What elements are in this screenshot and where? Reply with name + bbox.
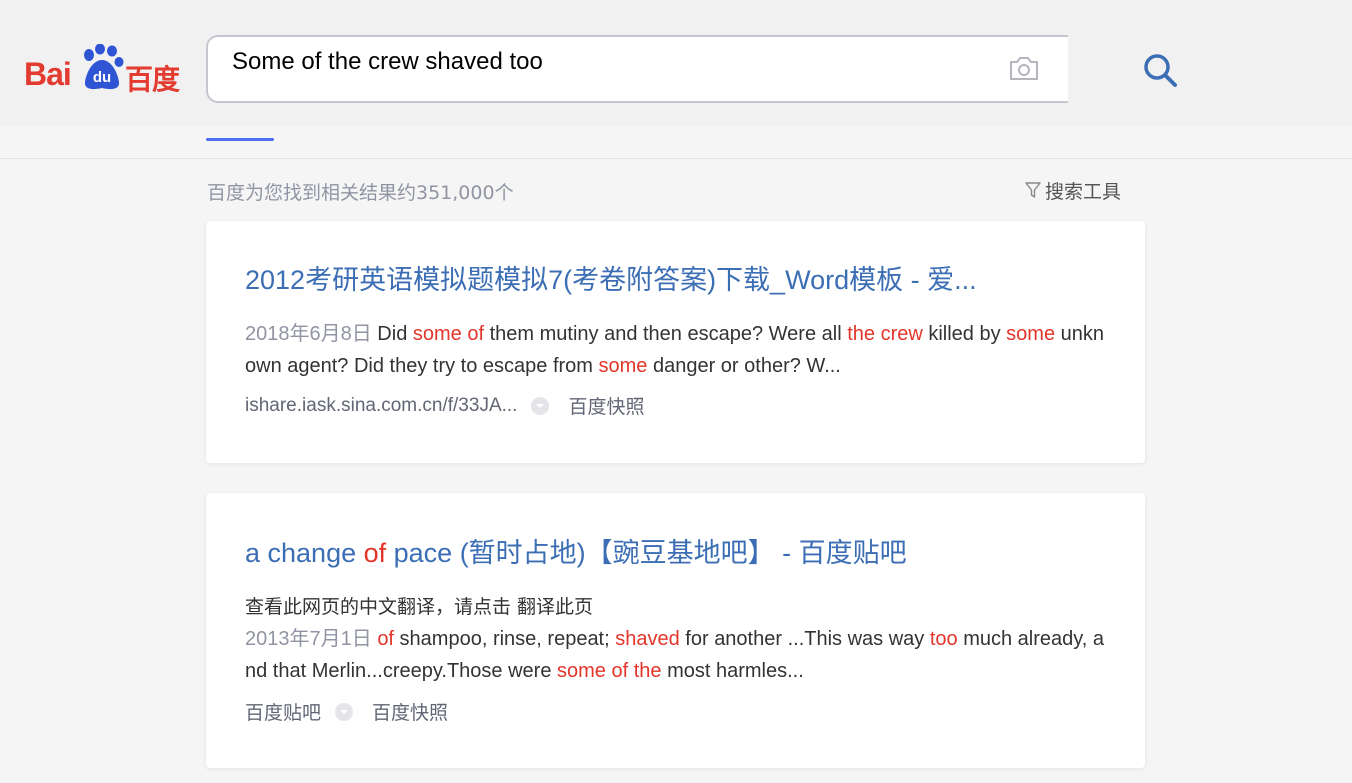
- result-source-row: ishare.iask.sina.com.cn/f/33JA... 百度快照: [245, 392, 644, 419]
- snippet-fragment: shampoo, rinse, repeat;: [394, 628, 616, 650]
- result-url[interactable]: ishare.iask.sina.com.cn/f/33JA...: [245, 395, 517, 417]
- result-card: a change of pace (暂时占地)【豌豆基地吧】 - 百度贴吧 查看…: [206, 493, 1145, 768]
- result-source-name[interactable]: 百度贴吧: [245, 698, 321, 725]
- result-date: 2013年7月1日: [245, 628, 372, 650]
- camera-icon[interactable]: [1008, 54, 1040, 82]
- highlighted-term: shaved: [615, 628, 680, 650]
- snapshot-link[interactable]: 百度快照: [568, 392, 644, 419]
- translate-note[interactable]: 查看此网页的中文翻译，请点击 翻译此页: [245, 592, 593, 619]
- search-box: [206, 35, 1068, 103]
- paw-icon: du: [84, 44, 124, 90]
- logo-cn-text: 百度: [125, 63, 180, 96]
- logo-bai-text: Bai: [24, 56, 72, 92]
- active-tab-indicator: [206, 138, 274, 141]
- highlighted-term: the crew: [847, 323, 923, 345]
- snippet-fragment: them mutiny and then escape? Were all: [484, 323, 848, 345]
- snippet-fragment: most harmles...: [661, 660, 804, 682]
- result-source-row: 百度贴吧 百度快照: [245, 698, 448, 725]
- search-tools-button[interactable]: 搜索工具: [1025, 177, 1121, 203]
- snippet-fragment: a change: [245, 538, 364, 568]
- snippet-fragment: Did: [371, 323, 413, 345]
- result-title-link[interactable]: a change of pace (暂时占地)【豌豆基地吧】 - 百度贴吧: [245, 531, 907, 570]
- header: Bai du 百度: [0, 0, 1352, 126]
- snippet-fragment: killed by: [922, 323, 1007, 345]
- result-snippet: 2013年7月1日 of shampoo, rinse, repeat; sha…: [245, 623, 1115, 687]
- highlighted-term: some: [598, 355, 648, 377]
- chevron-down-circle-icon[interactable]: [530, 396, 550, 416]
- snapshot-link[interactable]: 百度快照: [372, 698, 448, 725]
- divider: [0, 158, 1352, 159]
- filter-icon: [1025, 182, 1041, 198]
- result-date: 2018年6月8日: [245, 323, 372, 345]
- logo-du-text: du: [93, 69, 111, 86]
- snippet-fragment: for another ...This was way: [679, 628, 930, 650]
- highlighted-term: of: [377, 628, 394, 650]
- search-tools-label: 搜索工具: [1045, 180, 1122, 203]
- search-icon[interactable]: [1140, 50, 1182, 92]
- baidu-logo[interactable]: Bai du 百度: [24, 44, 184, 96]
- snippet-fragment: pace (暂时占地)【豌豆基地吧】 - 百度贴吧: [386, 538, 907, 568]
- highlighted-term: of: [363, 538, 387, 568]
- result-snippet: 2018年6月8日 Did some of them mutiny and th…: [245, 318, 1115, 382]
- snippet-text: Did some of them mutiny and then escape?…: [245, 323, 1104, 377]
- result-title-link[interactable]: 2012考研英语模拟题模拟7(考卷附答案)下载_Word模板 - 爱...: [245, 258, 977, 297]
- chevron-down-circle-icon[interactable]: [334, 702, 354, 722]
- search-input[interactable]: [232, 46, 992, 78]
- result-card: 2012考研英语模拟题模拟7(考卷附答案)下载_Word模板 - 爱... 20…: [206, 221, 1145, 463]
- snippet-text: of shampoo, rinse, repeat; shaved for an…: [245, 628, 1104, 682]
- highlighted-term: some: [1006, 323, 1056, 345]
- snippet-fragment: danger or other? W...: [647, 355, 841, 377]
- highlighted-term: some of the: [557, 660, 662, 682]
- result-count: 百度为您找到相关结果约351,000个: [207, 182, 514, 204]
- highlighted-term: some of: [412, 323, 485, 345]
- highlighted-term: too: [929, 628, 958, 650]
